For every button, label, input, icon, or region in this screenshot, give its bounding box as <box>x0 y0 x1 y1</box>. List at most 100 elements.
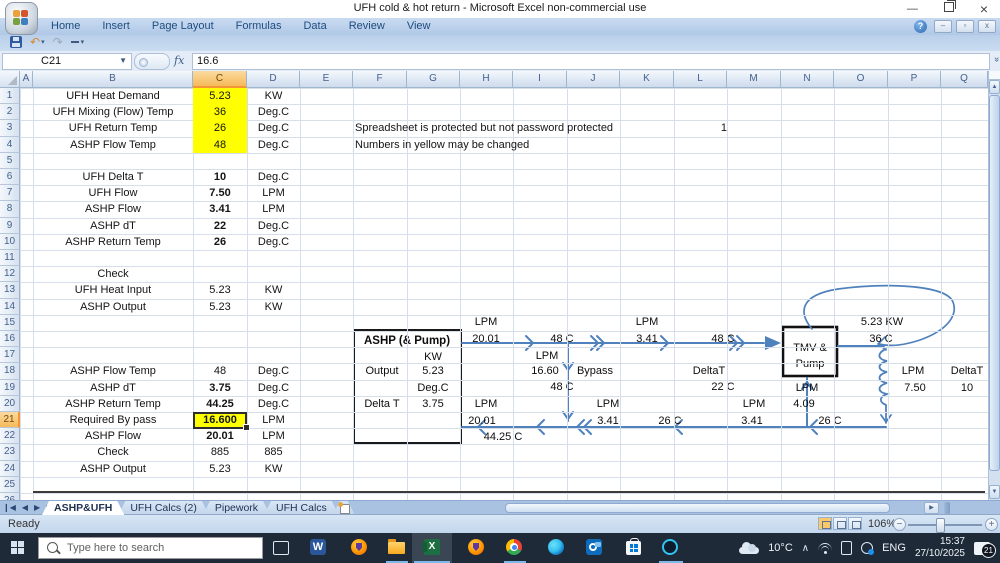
col-header-A[interactable]: A <box>20 71 33 88</box>
row-header-26[interactable]: 26 <box>0 493 20 500</box>
workbook-minimize-button[interactable]: – <box>934 20 952 33</box>
tab-split-handle[interactable] <box>944 502 950 514</box>
cell-B12[interactable]: Check <box>33 266 193 282</box>
chrome-icon[interactable] <box>506 539 524 557</box>
word-icon[interactable]: W <box>310 539 328 557</box>
cell-D10[interactable]: Deg.C <box>247 234 300 250</box>
task-view-icon[interactable] <box>273 539 291 557</box>
formula-bar-expand-icon[interactable]: « <box>991 58 1000 62</box>
close-button[interactable]: × <box>980 0 988 18</box>
workbook-close-button[interactable]: x <box>978 20 996 33</box>
cell-C19[interactable]: 3.75 <box>193 380 247 396</box>
row-header-16[interactable]: 16 <box>0 331 20 348</box>
cell-D8[interactable]: LPM <box>247 201 300 217</box>
cell-D9[interactable]: Deg.C <box>247 218 300 234</box>
cell-B1[interactable]: UFH Heat Demand <box>33 88 193 104</box>
device-icon[interactable] <box>841 541 853 555</box>
ribbon-tab-review[interactable]: Review <box>340 18 394 35</box>
col-header-H[interactable]: H <box>460 71 513 88</box>
cell-B10[interactable]: ASHP Return Temp <box>33 234 193 250</box>
cell-B8[interactable]: ASHP Flow <box>33 201 193 217</box>
row-header-5[interactable]: 5 <box>0 152 20 169</box>
col-header-Q[interactable]: Q <box>941 71 988 88</box>
row-header-10[interactable]: 10 <box>0 233 20 250</box>
row-header-17[interactable]: 17 <box>0 347 20 364</box>
cell-B4[interactable]: ASHP Flow Temp <box>33 137 193 153</box>
zoom-slider-track[interactable] <box>908 524 982 526</box>
insert-function-button[interactable] <box>134 53 170 70</box>
cell-C24[interactable]: 5.23 <box>193 461 247 477</box>
start-button[interactable] <box>11 541 25 555</box>
prev-sheet-button[interactable]: ◀ <box>22 502 28 514</box>
cell-B18[interactable]: ASHP Flow Temp <box>33 363 193 379</box>
cell-D23[interactable]: 885 <box>247 444 300 460</box>
cell-C20[interactable]: 44.25 <box>193 396 247 412</box>
col-header-P[interactable]: P <box>888 71 941 88</box>
workbook-restore-button[interactable]: ▫ <box>956 20 974 33</box>
row-header-4[interactable]: 4 <box>0 136 20 153</box>
row-header-23[interactable]: 23 <box>0 444 20 461</box>
zoom-in-button[interactable]: + <box>985 518 998 531</box>
cell-C8[interactable]: 3.41 <box>193 201 247 217</box>
cell-D18[interactable]: Deg.C <box>247 363 300 379</box>
cell-C3[interactable]: 26 <box>193 120 247 136</box>
notification-icon[interactable]: 21 <box>974 541 996 558</box>
col-header-C[interactable]: C <box>193 71 247 88</box>
save-button[interactable] <box>10 36 22 48</box>
cell-C22[interactable]: 20.01 <box>193 428 247 444</box>
cell-C13[interactable]: 5.23 <box>193 282 247 298</box>
next-sheet-button[interactable]: ▶ <box>34 502 40 514</box>
row-header-25[interactable]: 25 <box>0 476 20 493</box>
cell-D1[interactable]: KW <box>247 88 300 104</box>
cell-B14[interactable]: ASHP Output <box>33 299 193 315</box>
cell-B21[interactable]: Required By pass <box>33 412 193 428</box>
row-header-22[interactable]: 22 <box>0 428 20 445</box>
row-header-15[interactable]: 15 <box>0 314 20 331</box>
first-sheet-button[interactable]: ❙◀ <box>3 502 16 514</box>
row-header-19[interactable]: 19 <box>0 379 20 396</box>
normal-view-button[interactable] <box>818 517 832 530</box>
formula-input[interactable]: 16.6 <box>192 53 990 70</box>
qat-customize-button[interactable]: ▾ <box>70 38 84 46</box>
cell-B6[interactable]: UFH Delta T <box>33 169 193 185</box>
cell-B7[interactable]: UFH Flow <box>33 185 193 201</box>
row-header-12[interactable]: 12 <box>0 266 20 283</box>
cell-C23[interactable]: 885 <box>193 444 247 460</box>
ribbon-tab-insert[interactable]: Insert <box>93 18 139 35</box>
cell-B13[interactable]: UFH Heat Input <box>33 282 193 298</box>
tray-expand-icon[interactable]: ∧ <box>802 543 809 554</box>
cell-D19[interactable]: Deg.C <box>247 380 300 396</box>
vertical-scrollbar-thumb[interactable] <box>989 95 1000 471</box>
firefox-shield-icon[interactable] <box>468 539 486 557</box>
cell-C4[interactable]: 48 <box>193 137 247 153</box>
sheet-tab-ufh-calcs[interactable]: UFH Calcs <box>264 501 339 515</box>
cell-B19[interactable]: ASHP dT <box>33 380 193 396</box>
excel-taskbar-tile[interactable]: X <box>412 533 452 563</box>
scroll-down-button[interactable]: ▼ <box>989 485 1000 499</box>
col-header-D[interactable]: D <box>247 71 300 88</box>
cell-D13[interactable]: KW <box>247 282 300 298</box>
col-header-O[interactable]: O <box>834 71 888 88</box>
zoom-slider-handle[interactable] <box>936 518 945 533</box>
cell-D7[interactable]: LPM <box>247 185 300 201</box>
cell-D6[interactable]: Deg.C <box>247 169 300 185</box>
wifi-icon[interactable] <box>818 542 833 554</box>
cell-B22[interactable]: ASHP Flow <box>33 428 193 444</box>
taskbar-search-input[interactable]: Type here to search <box>38 537 263 559</box>
cell-D24[interactable]: KW <box>247 461 300 477</box>
col-header-N[interactable]: N <box>781 71 834 88</box>
col-header-J[interactable]: J <box>567 71 620 88</box>
vertical-scrollbar[interactable]: ▲ ▼ <box>988 71 1000 500</box>
cell-D4[interactable]: Deg.C <box>247 137 300 153</box>
sheet-tab-ashp-ufh[interactable]: ASHP&UFH <box>42 501 124 515</box>
cell-D3[interactable]: Deg.C <box>247 120 300 136</box>
row-header-18[interactable]: 18 <box>0 363 20 380</box>
row-header-1[interactable]: 1 <box>0 88 20 105</box>
row-header-11[interactable]: 11 <box>0 250 20 267</box>
cell-D2[interactable]: Deg.C <box>247 104 300 120</box>
row-header-7[interactable]: 7 <box>0 185 20 202</box>
name-box-dropdown-icon[interactable]: ▼ <box>119 56 127 65</box>
row-header-24[interactable]: 24 <box>0 460 20 477</box>
cell-C10[interactable]: 26 <box>193 234 247 250</box>
zoom-out-button[interactable]: − <box>893 518 906 531</box>
